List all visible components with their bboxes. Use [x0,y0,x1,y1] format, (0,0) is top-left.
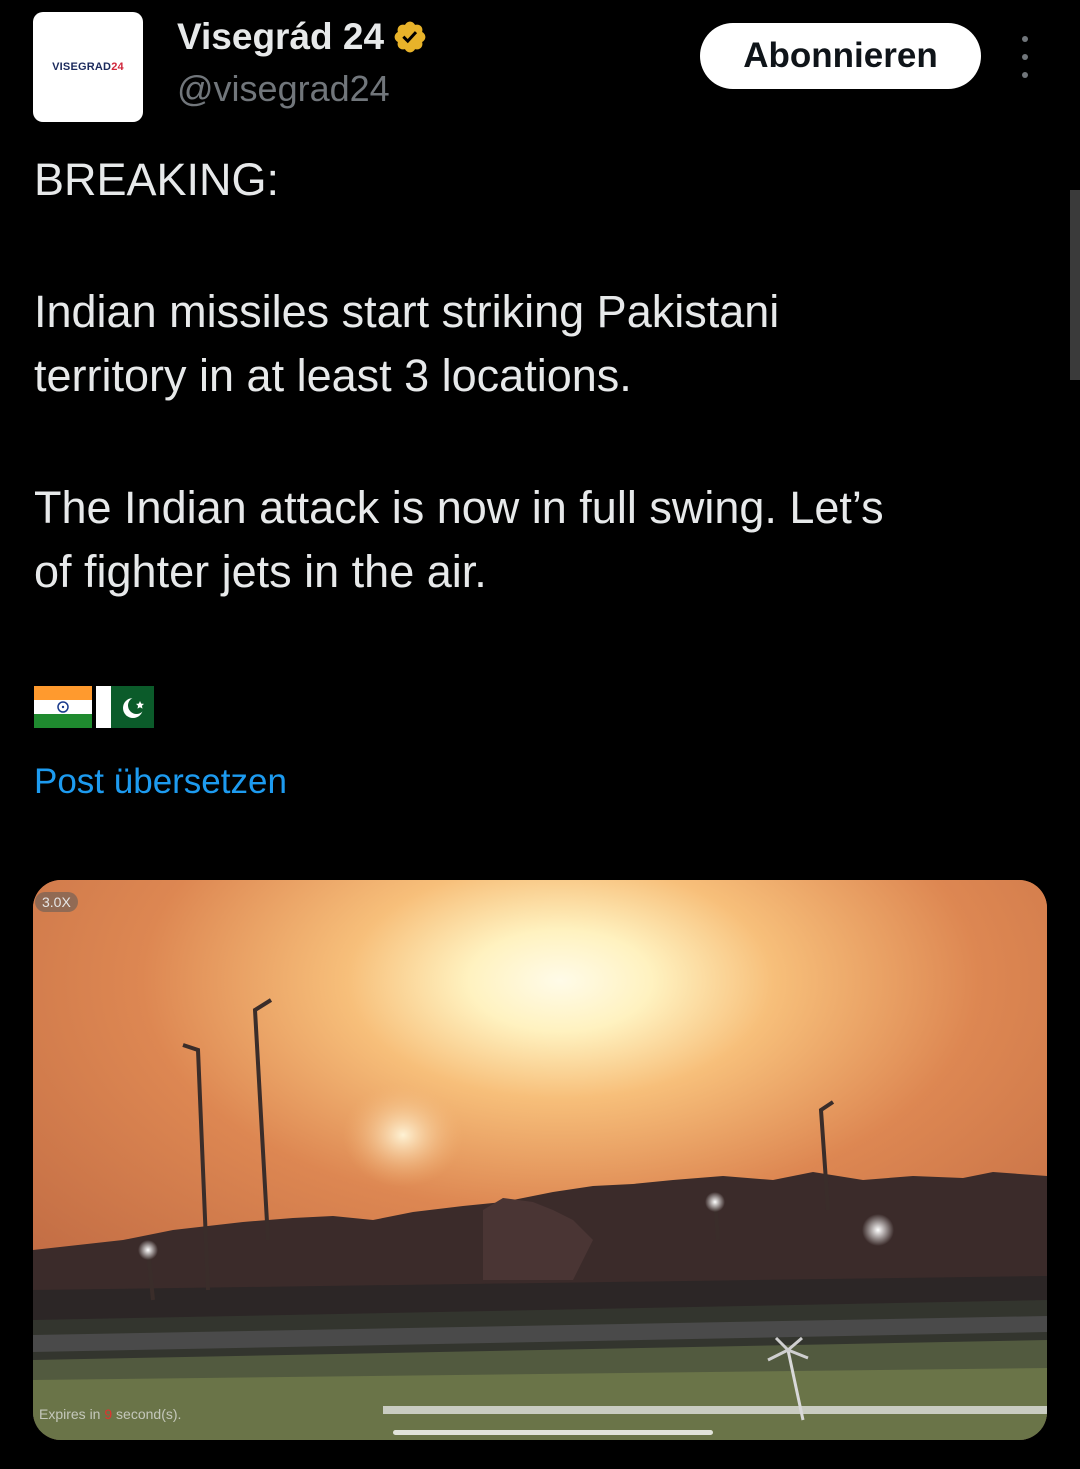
author-name[interactable]: Visegrád 24 [177,16,428,58]
avatar-logo-text: VISEGRAD24 [52,61,124,73]
more-dot [1022,36,1028,42]
subscribe-button[interactable]: Abonnieren [700,23,981,89]
tweet-text-line: Indian missiles start striking Pakistani [34,286,780,337]
flag-emojis [34,686,154,728]
translate-post-link[interactable]: Post übersetzen [34,762,287,802]
more-dot [1022,54,1028,60]
pakistan-flag-icon [96,686,154,728]
india-flag-icon [34,686,92,728]
more-options-icon[interactable] [1010,36,1040,78]
author-display-name[interactable]: Visegrád 24 [177,16,384,58]
expires-label: Expires in 9 second(s). [39,1406,182,1422]
more-dot [1022,72,1028,78]
author-handle[interactable]: @visegrad24 [177,68,390,110]
tweet-text-line: The Indian attack is now in full swing. … [34,482,884,533]
zoom-level-label: 3.0X [35,892,78,912]
tweet-video[interactable]: 3.0X Expires in 9 second(s). [33,880,1047,1440]
avatar[interactable]: VISEGRAD24 [33,12,143,122]
scrollbar[interactable] [1070,190,1080,380]
tweet-text-line: territory in at least 3 locations. [34,350,632,401]
tweet-text-line: of fighter jets in the air. [34,546,487,597]
video-frame [33,880,1047,1440]
video-progress-bar[interactable] [393,1430,713,1435]
verified-badge-icon[interactable] [392,19,428,55]
tweet-text-line: BREAKING: [34,154,280,205]
